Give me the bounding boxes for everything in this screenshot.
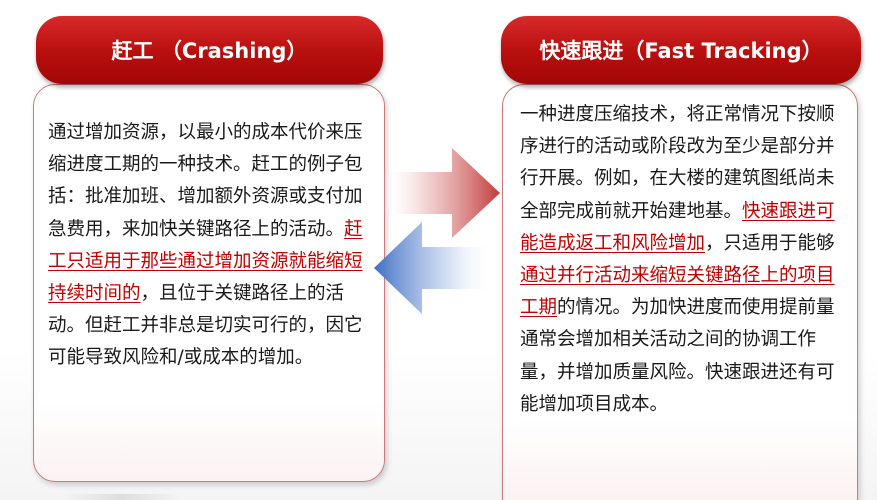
arrow-left-icon bbox=[374, 222, 492, 314]
fast-tracking-text-3: 的情况。为加快进度而使用提前量通常会增加相关活动之间的协调工作量，并增加质量风险… bbox=[520, 297, 835, 415]
crashing-text-1: 通过增加资源，以最小的成本代价来压缩进度工期的一种技术。赶工的例子包括：批准加班… bbox=[48, 122, 363, 240]
fast-tracking-title-tab: 快速跟进（Fast Tracking） bbox=[501, 16, 861, 84]
decorative-footer-mark bbox=[62, 494, 182, 500]
fast-tracking-description: 一种进度压缩技术，将正常情况下按顺序进行的活动或阶段改为至少是部分并行开展。例如… bbox=[520, 99, 844, 421]
fast-tracking-title: 快速跟进（Fast Tracking） bbox=[539, 39, 823, 63]
crashing-title: 赶工 （Crashing） bbox=[111, 39, 308, 63]
crashing-description: 通过增加资源，以最小的成本代价来压缩进度工期的一种技术。赶工的例子包括：批准加班… bbox=[48, 117, 373, 375]
crashing-title-tab: 赶工 （Crashing） bbox=[36, 16, 383, 84]
fast-tracking-text-2: ，只适用于能够 bbox=[705, 232, 835, 254]
